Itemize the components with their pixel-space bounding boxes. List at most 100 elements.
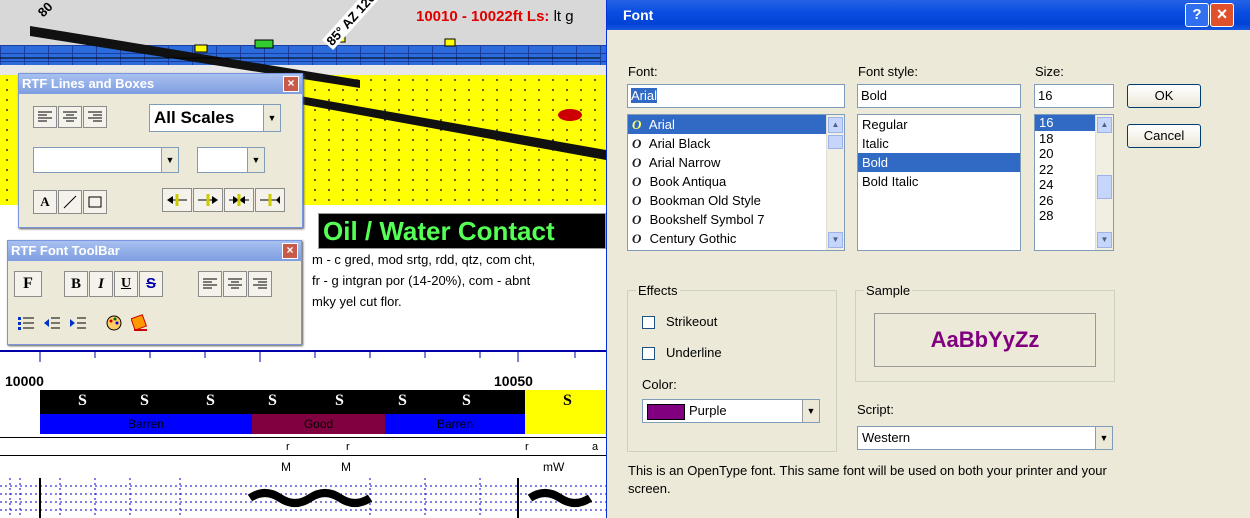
font-button[interactable]: F (14, 271, 42, 297)
align-left-button[interactable] (33, 106, 57, 128)
ok-button[interactable]: OK (1127, 84, 1201, 108)
scroll-thumb[interactable] (828, 135, 843, 149)
font-name-input[interactable]: Arial (627, 84, 845, 108)
strikeout-label[interactable]: Strikeout (666, 314, 717, 329)
desc-line-3: mky yel cut flor. (312, 294, 402, 309)
script-label: Script: (857, 402, 894, 417)
line-style-dropdown[interactable]: ▼ (33, 147, 179, 173)
increase-indent-icon (70, 317, 86, 329)
quality-label: Barren (127, 417, 165, 431)
highlight-button[interactable] (128, 311, 152, 335)
font-list-item[interactable]: O Book Antiqua (628, 172, 844, 191)
bullet-list-button[interactable] (14, 311, 38, 335)
font-color-button[interactable] (102, 311, 126, 335)
close-icon[interactable]: × (283, 76, 299, 92)
arrow-both-icon (229, 194, 249, 206)
font-info-text: This is an OpenType font. This same font… (628, 463, 1107, 496)
size-list-scrollbar[interactable]: ▲ ▼ (1095, 115, 1113, 250)
font-list-item[interactable]: O Century Gothic (628, 229, 844, 248)
italic-button[interactable]: I (89, 271, 113, 297)
rtf-font-titlebar[interactable]: RTF Font ToolBar × (8, 241, 301, 261)
cancel-button[interactable]: Cancel (1127, 124, 1201, 148)
align-center-button[interactable] (58, 106, 82, 128)
size-input[interactable]: 16 (1034, 84, 1114, 108)
bold-button[interactable]: B (64, 271, 88, 297)
font-style-input[interactable]: Bold (857, 84, 1021, 108)
font-dialog-title: Font (623, 7, 654, 23)
align-right-button[interactable] (248, 271, 272, 297)
scroll-down-icon[interactable]: ▼ (828, 232, 843, 248)
scroll-thumb[interactable] (1097, 175, 1112, 199)
font-dialog-titlebar[interactable]: Font ? × (607, 0, 1250, 30)
opentype-icon: O (632, 231, 642, 246)
font-style-item[interactable]: Bold (858, 153, 1020, 172)
underline-checkbox[interactable] (642, 347, 655, 360)
font-list[interactable]: O Arial O Arial Black O Arial Narrow O Book… (627, 114, 845, 251)
sample-preview: AaBbYyZz (874, 313, 1096, 367)
arrow-both-button[interactable] (224, 188, 254, 212)
font-list-item-label: Century Gothic (649, 231, 737, 246)
font-list-item[interactable]: O Bookshelf Symbol 7 (628, 210, 844, 229)
r-mark: a (592, 441, 599, 453)
scroll-up-icon[interactable]: ▲ (828, 117, 843, 133)
decrease-indent-icon (44, 317, 60, 329)
scroll-up-icon[interactable]: ▲ (1097, 117, 1112, 133)
chevron-down-icon[interactable]: ▼ (161, 148, 178, 172)
chevron-down-icon[interactable]: ▼ (263, 105, 280, 131)
scroll-down-icon[interactable]: ▼ (1097, 232, 1112, 248)
size-list[interactable]: 16 18 20 22 24 26 28 ▲ ▼ (1034, 114, 1114, 251)
line-tool-button[interactable] (58, 190, 82, 214)
font-list-item[interactable]: O Arial Narrow (628, 153, 844, 172)
font-list-item[interactable]: O Arial (628, 115, 844, 134)
oil-water-callout[interactable]: Oil / Water Contact (318, 213, 606, 249)
chevron-down-icon[interactable]: ▼ (802, 400, 819, 422)
help-button[interactable]: ? (1185, 3, 1209, 27)
arrow-right-button[interactable] (193, 188, 223, 212)
depth-ticks (39, 350, 576, 362)
scales-value: All Scales (154, 108, 235, 127)
color-dropdown[interactable]: Purple ▼ (642, 399, 820, 423)
bullet-list-icon (18, 317, 34, 330)
decrease-indent-button[interactable] (40, 311, 64, 335)
strikethrough-button[interactable]: S (139, 271, 163, 297)
lithology-description: m - c gred, mod srtg, rdd, qtz, com cht,… (312, 249, 535, 312)
box-tool-button[interactable] (83, 190, 107, 214)
close-icon[interactable]: × (282, 243, 298, 259)
palette-icon (106, 315, 122, 331)
rtf-lines-titlebar[interactable]: RTF Lines and Boxes × (19, 74, 302, 94)
align-center-button[interactable] (223, 271, 247, 297)
rtf-font-title: RTF Font ToolBar (11, 243, 120, 258)
font-style-item[interactable]: Italic (858, 134, 1020, 153)
script-dropdown[interactable]: Western ▼ (857, 426, 1113, 450)
desc-line-2: fr - g intgran por (14-20%), com - abnt (312, 273, 531, 288)
align-left-button[interactable] (198, 271, 222, 297)
scales-dropdown[interactable]: All Scales ▼ (149, 104, 281, 132)
font-style-item[interactable]: Bold Italic (858, 172, 1020, 191)
show-mark: S (563, 392, 572, 409)
underline-button[interactable]: U (114, 271, 138, 297)
font-list-scrollbar[interactable]: ▲ ▼ (826, 115, 844, 250)
font-name-value: Arial (631, 88, 658, 103)
arrow-left-button[interactable] (162, 188, 192, 212)
text-tool-button[interactable]: A (33, 190, 57, 214)
line-icon (63, 195, 77, 209)
chevron-down-icon[interactable]: ▼ (247, 148, 264, 172)
line-width-dropdown[interactable]: ▼ (197, 147, 265, 173)
arrow-left-icon (167, 194, 187, 206)
chevron-down-icon[interactable]: ▼ (1095, 427, 1112, 449)
font-list-item[interactable]: O Arial Black (628, 134, 844, 153)
font-list-item[interactable]: O Bookman Old Style (628, 191, 844, 210)
font-style-list[interactable]: Regular Italic Bold Bold Italic (857, 114, 1021, 251)
quality-label: Barren (436, 417, 474, 431)
script-value: Western (862, 430, 911, 445)
rtf-lines-toolbar: RTF Lines and Boxes × All Scales ▼ ▼ ▼ A (18, 73, 303, 228)
close-button[interactable]: × (1210, 3, 1234, 27)
font-style-item[interactable]: Regular (858, 115, 1020, 134)
strikeout-checkbox[interactable] (642, 316, 655, 329)
font-list-item-label: Arial Narrow (648, 155, 721, 170)
interval-title-text: 10010 - 10022ft Ls: (416, 8, 550, 25)
increase-indent-button[interactable] (66, 311, 90, 335)
underline-label[interactable]: Underline (666, 345, 722, 360)
arrow-inward-button[interactable] (255, 188, 285, 212)
align-right-button[interactable] (83, 106, 107, 128)
